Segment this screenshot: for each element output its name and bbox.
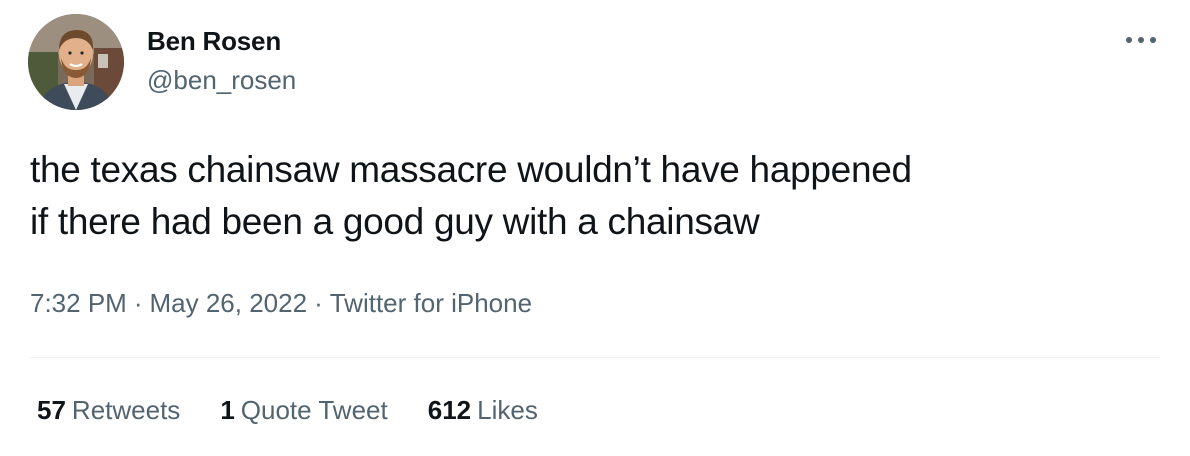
tweet-date[interactable]: May 26, 2022	[150, 288, 308, 318]
separator-dot: ·	[314, 288, 323, 318]
tweet-time[interactable]: 7:32 PM	[30, 288, 127, 318]
tweet-stats: 57 Retweets 1 Quote Tweet 612 Likes	[37, 395, 538, 426]
more-horizontal-icon[interactable]	[1121, 28, 1161, 52]
quote-tweets-stat[interactable]: 1 Quote Tweet	[220, 395, 387, 426]
tweet-card: Ben Rosen @ben_rosen the texas chainsaw …	[0, 0, 1190, 456]
retweets-count: 57	[37, 395, 66, 425]
display-name[interactable]: Ben Rosen	[147, 26, 281, 57]
tweet-text-line: if there had been a good guy with a chai…	[30, 201, 760, 242]
avatar-photo	[28, 14, 124, 110]
separator-dot: ·	[133, 288, 143, 318]
tweet-source[interactable]: Twitter for iPhone	[330, 288, 532, 318]
user-handle[interactable]: @ben_rosen	[147, 65, 296, 96]
likes-stat[interactable]: 612 Likes	[428, 395, 538, 426]
quote-tweets-count: 1	[220, 395, 235, 425]
retweets-stat[interactable]: 57 Retweets	[37, 395, 180, 426]
tweet-text: the texas chainsaw massacre wouldn’t hav…	[30, 144, 1170, 248]
likes-label: Likes	[477, 395, 538, 425]
tweet-metadata: 7:32 PM · May 26, 2022 · Twitter for iPhone	[30, 288, 532, 319]
likes-count: 612	[427, 395, 472, 425]
quote-tweets-label: Quote Tweet	[240, 395, 388, 425]
divider	[30, 357, 1160, 358]
tweet-text-line: the texas chainsaw massacre wouldn’t hav…	[30, 149, 912, 190]
retweets-label: Retweets	[71, 395, 181, 425]
avatar[interactable]	[28, 14, 124, 110]
